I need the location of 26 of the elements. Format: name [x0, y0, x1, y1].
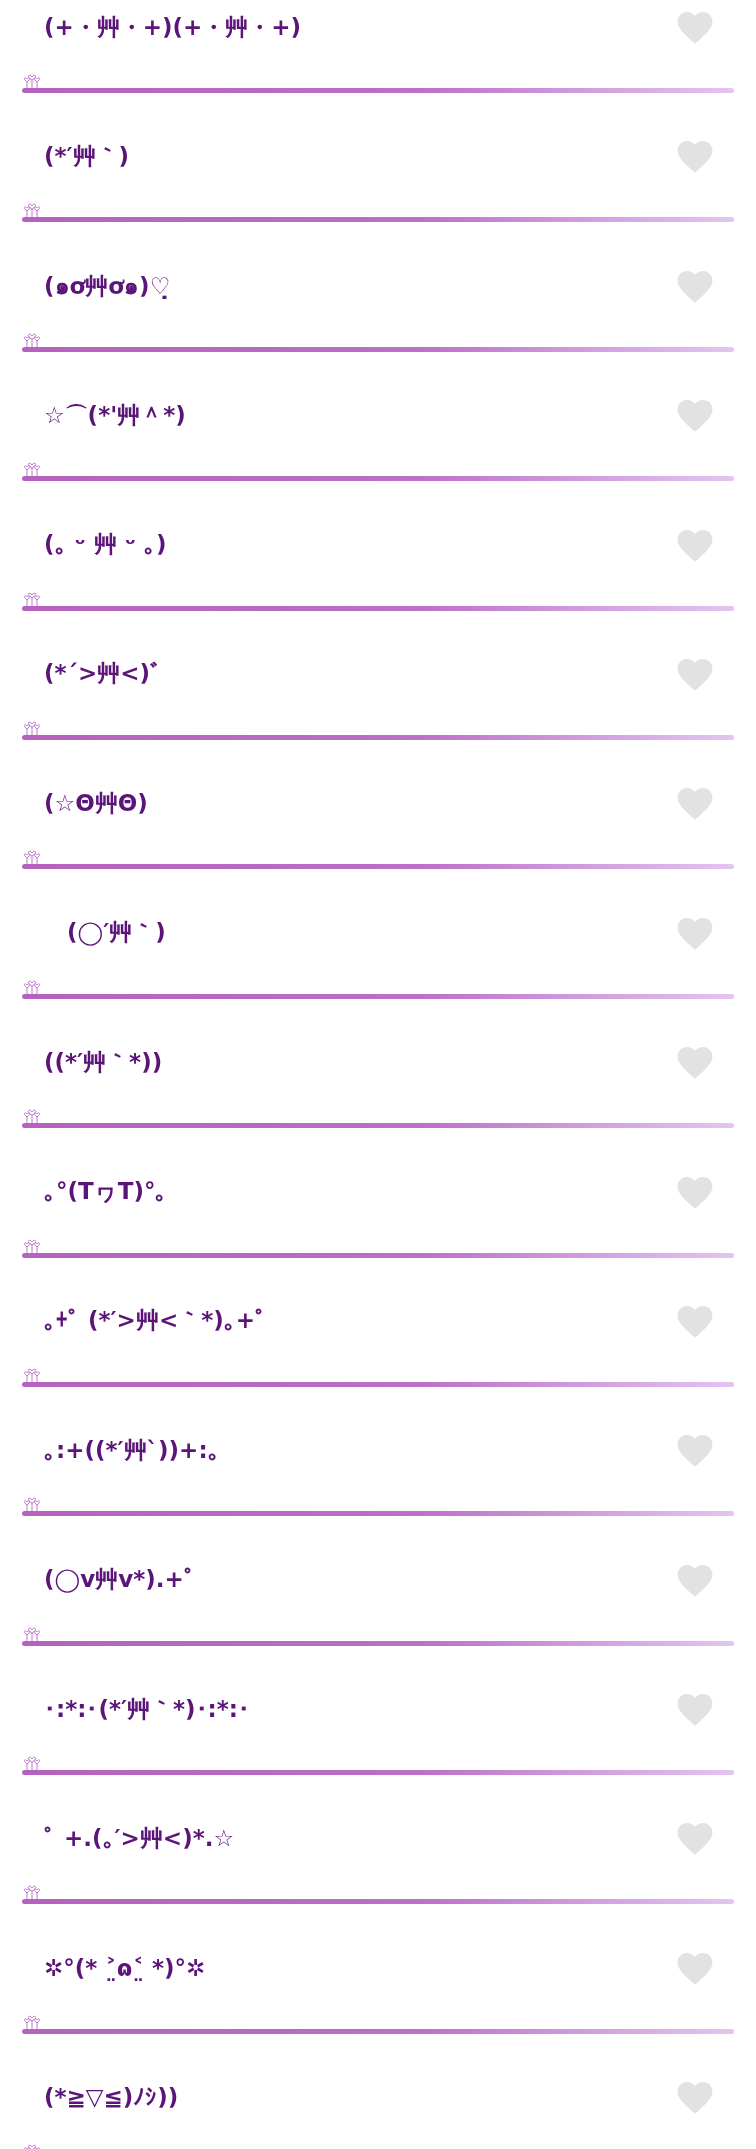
heart-icon[interactable] — [676, 138, 714, 175]
kaomoji-text: ｡+ﾟ (*′>艸<｀*)｡+ﾟ — [44, 1306, 267, 1336]
kaomoji-text: ((*′艸｀*)) — [44, 1047, 163, 1077]
kaomoji-text: ｡:+((*′艸`))+:｡ — [44, 1435, 220, 1465]
kaomoji-text: ﾟ +.(｡′>艸<)*.☆ — [44, 1823, 235, 1853]
kaomoji-text: (+・艸・+)(+・艸・+) — [44, 12, 302, 42]
kaomoji-text: (๑ơ艸ơ๑)♡̣ — [44, 271, 171, 301]
kaomoji-text: ｡°(ТヮТ)°｡ — [44, 1177, 168, 1206]
kaomoji-text: (*≧▽≦)ﾉｼ)) — [44, 2084, 179, 2111]
heart-icon[interactable] — [676, 9, 714, 45]
heart-icon[interactable] — [676, 2079, 714, 2116]
kaomoji-text: ✲°(* ˃̤ɷ˂̤ *)°✲ — [44, 1954, 206, 1981]
heart-icon[interactable] — [676, 397, 714, 434]
kaomoji-text: (◯′艸｀) — [66, 918, 166, 948]
heart-icon[interactable] — [676, 1432, 714, 1469]
kaomoji-text: ☆⌒(*'艸＾*) — [44, 400, 186, 430]
heart-icon[interactable] — [676, 785, 714, 822]
heart-icon[interactable] — [676, 1820, 714, 1857]
heart-icon[interactable] — [676, 1044, 714, 1081]
kaomoji-text: ･:*:･(*′艸｀*)･:*:･ — [44, 1694, 250, 1724]
kaomoji-text: (*ˊ>艸<)ﾞ — [44, 659, 163, 689]
kaomoji-text: (*′艸｀) — [44, 141, 130, 171]
heart-icon[interactable] — [676, 1691, 714, 1728]
kaomoji-text: (｡ ᵕ 艸 ᵕ ｡) — [44, 530, 167, 560]
kaomoji-text: (☆Θ艸Θ) — [44, 788, 148, 818]
kaomoji-text: (◯v艸v*).+ﾟ — [44, 1565, 196, 1595]
